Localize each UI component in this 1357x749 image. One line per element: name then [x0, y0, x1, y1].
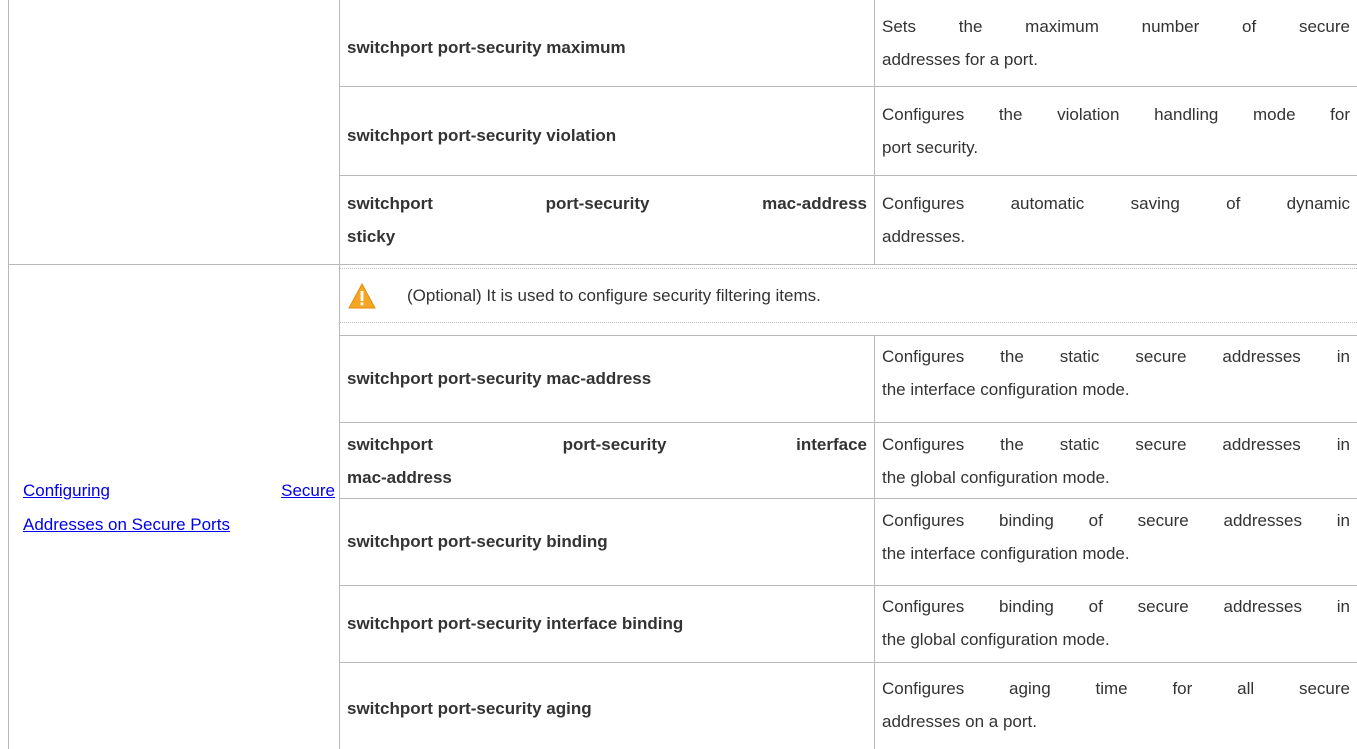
row-divider: [339, 86, 1357, 87]
description-line: addresses on a port.: [882, 712, 1037, 731]
note-divider-top: [339, 268, 1357, 269]
warning-triangle-icon: [348, 282, 376, 309]
row-divider: [339, 662, 1357, 663]
command-text: switchport port-security mac-address: [347, 369, 652, 388]
table-border-col2-lower: [874, 335, 875, 749]
configuring-secure-addresses-link[interactable]: Configuring Secure Addresses on Secure P…: [23, 474, 335, 542]
command-text: switchport port-security maximum: [347, 38, 626, 57]
description-cell: Configures the static secure addresses i…: [882, 428, 1350, 494]
command-text: sticky: [347, 227, 396, 246]
description-line: the interface configuration mode.: [882, 544, 1130, 563]
command-text: switchport port-security aging: [347, 699, 592, 718]
command-cell: switchport port-security aging: [347, 692, 867, 725]
description-cell: Configures binding of secure addresses i…: [882, 590, 1350, 656]
description-line: Sets the maximum number of secure: [882, 17, 1350, 36]
command-text: switchport port-security interface bindi…: [347, 614, 684, 633]
description-line: Configures aging time for all secure: [882, 679, 1350, 698]
command-cell: switchport port-security binding: [347, 525, 867, 558]
link-word[interactable]: Configuring: [23, 474, 110, 508]
command-text: switchport port-security binding: [347, 532, 608, 551]
command-text: mac-address: [347, 468, 452, 487]
description-line: Configures the static secure addresses i…: [882, 435, 1350, 454]
command-text: switchport port-security violation: [347, 126, 617, 145]
table-border-col1: [339, 0, 340, 749]
optional-note: (Optional) It is used to configure secur…: [347, 276, 821, 316]
description-line: the interface configuration mode.: [882, 380, 1130, 399]
description-cell: Configures aging time for all secure add…: [882, 672, 1350, 738]
description-line: addresses for a port.: [882, 50, 1038, 69]
command-cell: switchport port-security mac-address: [347, 362, 867, 395]
description-cell: Configures the violation handling mode f…: [882, 98, 1350, 164]
link-line[interactable]: Addresses on Secure Ports: [23, 515, 230, 534]
row-divider: [339, 585, 1357, 586]
description-line: addresses.: [882, 227, 966, 246]
command-cell: switchport port-security interface bindi…: [347, 607, 867, 640]
table-border-col2: [874, 0, 875, 264]
command-table: switchport port-security maximum Sets th…: [0, 0, 1357, 749]
description-cell: Configures automatic saving of dynamic a…: [882, 187, 1350, 253]
description-cell: Configures the static secure addresses i…: [882, 340, 1350, 406]
description-line: Configures the violation handling mode f…: [882, 105, 1350, 124]
note-divider-bottom: [339, 322, 1357, 323]
description-line: the global configuration mode.: [882, 630, 1110, 649]
command-text: switchport port-security interface: [347, 435, 867, 454]
command-cell: switchport port-security maximum: [347, 31, 867, 64]
description-line: Configures automatic saving of dynamic: [882, 194, 1350, 213]
section-divider: [8, 264, 1357, 265]
description-line: Configures binding of secure addresses i…: [882, 511, 1350, 530]
row-divider: [339, 498, 1357, 499]
row-divider: [339, 335, 1357, 336]
row-divider: [339, 175, 1357, 176]
description-cell: Sets the maximum number of secure addres…: [882, 10, 1350, 76]
link-word[interactable]: Secure: [281, 474, 335, 508]
description-line: Configures binding of secure addresses i…: [882, 597, 1350, 616]
description-line: the global configuration mode.: [882, 468, 1110, 487]
command-cell: switchport port-security violation: [347, 119, 867, 152]
command-text: switchport port-security mac-address: [347, 194, 867, 213]
optional-note-text: (Optional) It is used to configure secur…: [407, 286, 821, 305]
table-border-left: [8, 0, 9, 749]
row-divider: [339, 422, 1357, 423]
description-cell: Configures binding of secure addresses i…: [882, 504, 1350, 570]
description-line: Configures the static secure addresses i…: [882, 347, 1350, 366]
command-cell: switchport port-security mac-address sti…: [347, 187, 867, 253]
description-line: port security.: [882, 138, 979, 157]
command-cell: switchport port-security interface mac-a…: [347, 428, 867, 494]
